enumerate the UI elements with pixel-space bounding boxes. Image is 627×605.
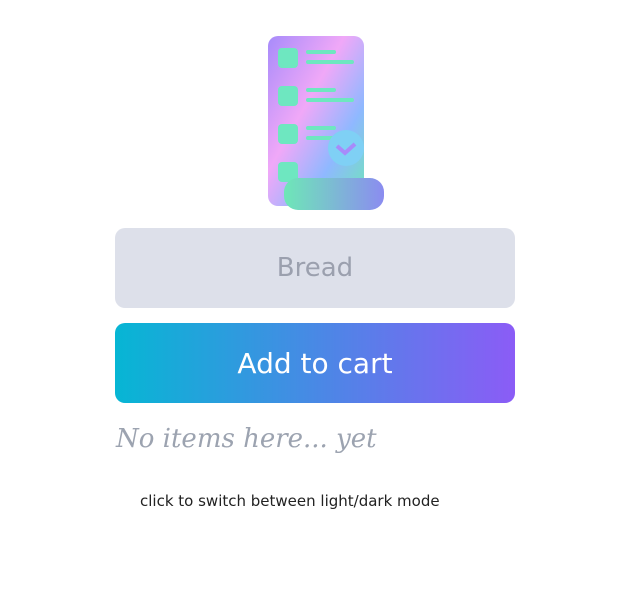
- add-to-cart-button[interactable]: Add to cart: [115, 323, 515, 403]
- item-input[interactable]: [115, 228, 515, 308]
- empty-cart-message: No items here... yet: [116, 424, 377, 454]
- checklist-scroll-icon: [268, 36, 384, 210]
- theme-toggle-link[interactable]: click to switch between light/dark mode: [140, 492, 440, 510]
